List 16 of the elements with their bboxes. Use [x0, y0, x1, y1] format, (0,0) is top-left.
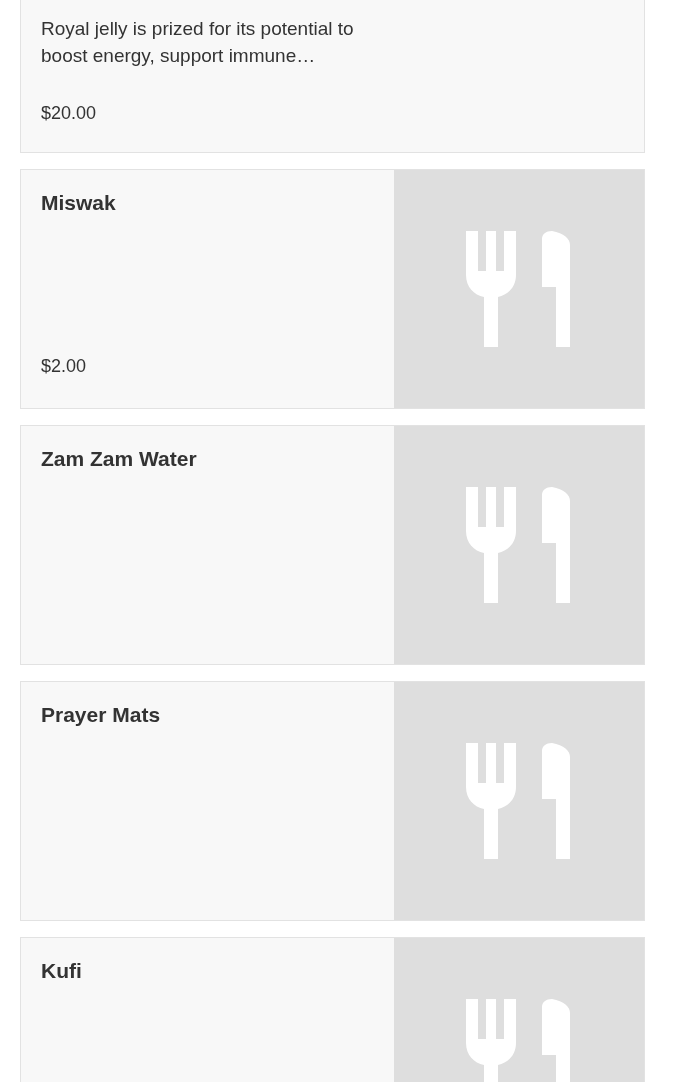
- product-price: $2.00: [41, 356, 88, 377]
- product-description: Royal jelly is prized for its potential to boost energy, support immune…: [41, 17, 355, 68]
- product-name: Prayer Mats: [41, 703, 162, 727]
- product-card[interactable]: Royal jelly is prized for its potential to boost energy, support immune… $20.00: [20, 0, 645, 153]
- fork-knife-icon: [466, 231, 572, 347]
- fork-knife-icon: [466, 743, 572, 859]
- fork-knife-icon: [466, 999, 572, 1082]
- product-name: Miswak: [41, 191, 117, 215]
- product-price: $20.00: [41, 103, 98, 124]
- product-card[interactable]: Zam Zam Water: [20, 425, 645, 665]
- product-card[interactable]: Kufi: [20, 937, 645, 1082]
- fork-knife-icon: [466, 487, 572, 603]
- product-name: Zam Zam Water: [41, 447, 198, 471]
- product-card[interactable]: Miswak $2.00: [20, 169, 645, 409]
- product-card[interactable]: Prayer Mats: [20, 681, 645, 921]
- product-name: Kufi: [41, 959, 83, 983]
